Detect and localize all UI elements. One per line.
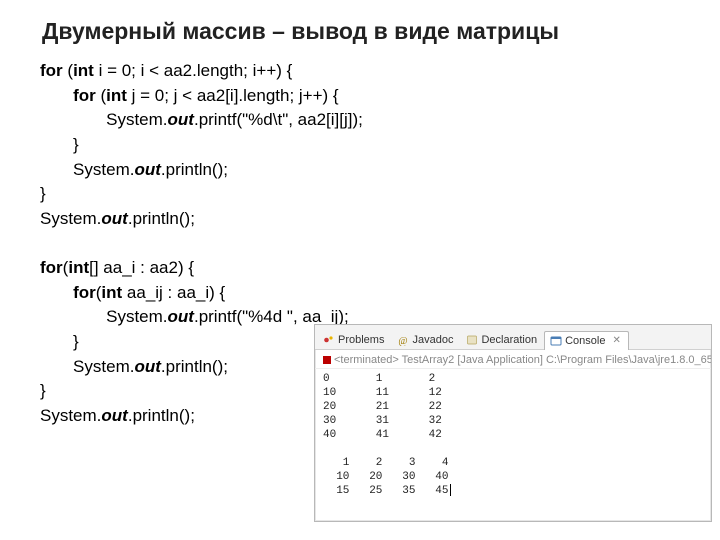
tab-label: Javadoc <box>412 334 453 346</box>
tab-declaration[interactable]: Declaration <box>460 330 545 349</box>
svg-text:@: @ <box>399 336 408 346</box>
tab-label: Declaration <box>481 334 537 346</box>
terminated-icon <box>323 356 331 364</box>
declaration-icon <box>466 334 478 346</box>
tab-label: Console <box>565 335 605 347</box>
console-output-text: 0 1 2 10 11 12 20 21 22 30 31 32 40 41 4… <box>323 373 448 497</box>
termline-text: TestArray2 [Java Application] C:\Program… <box>399 354 711 366</box>
tab-label: Problems <box>338 334 384 346</box>
javadoc-icon: @ <box>397 334 409 346</box>
termline-prefix: <terminated> <box>334 354 399 366</box>
tab-console[interactable]: Console ✕ <box>544 331 629 350</box>
tab-bar: Problems @ Javadoc Declaration Console ✕ <box>315 325 711 350</box>
termination-line: <terminated> TestArray2 [Java Applicatio… <box>315 350 711 369</box>
console-icon <box>550 335 562 347</box>
close-icon[interactable]: ✕ <box>612 336 620 346</box>
tab-javadoc[interactable]: @ Javadoc <box>391 330 461 349</box>
tab-problems[interactable]: Problems <box>317 330 392 349</box>
page-title: Двумерный массив – вывод в виде матрицы <box>0 0 720 59</box>
text-cursor <box>450 484 451 496</box>
ide-console-window: Problems @ Javadoc Declaration Console ✕… <box>314 324 712 522</box>
console-output: 0 1 2 10 11 12 20 21 22 30 31 32 40 41 4… <box>315 369 711 501</box>
problems-icon <box>323 334 335 346</box>
